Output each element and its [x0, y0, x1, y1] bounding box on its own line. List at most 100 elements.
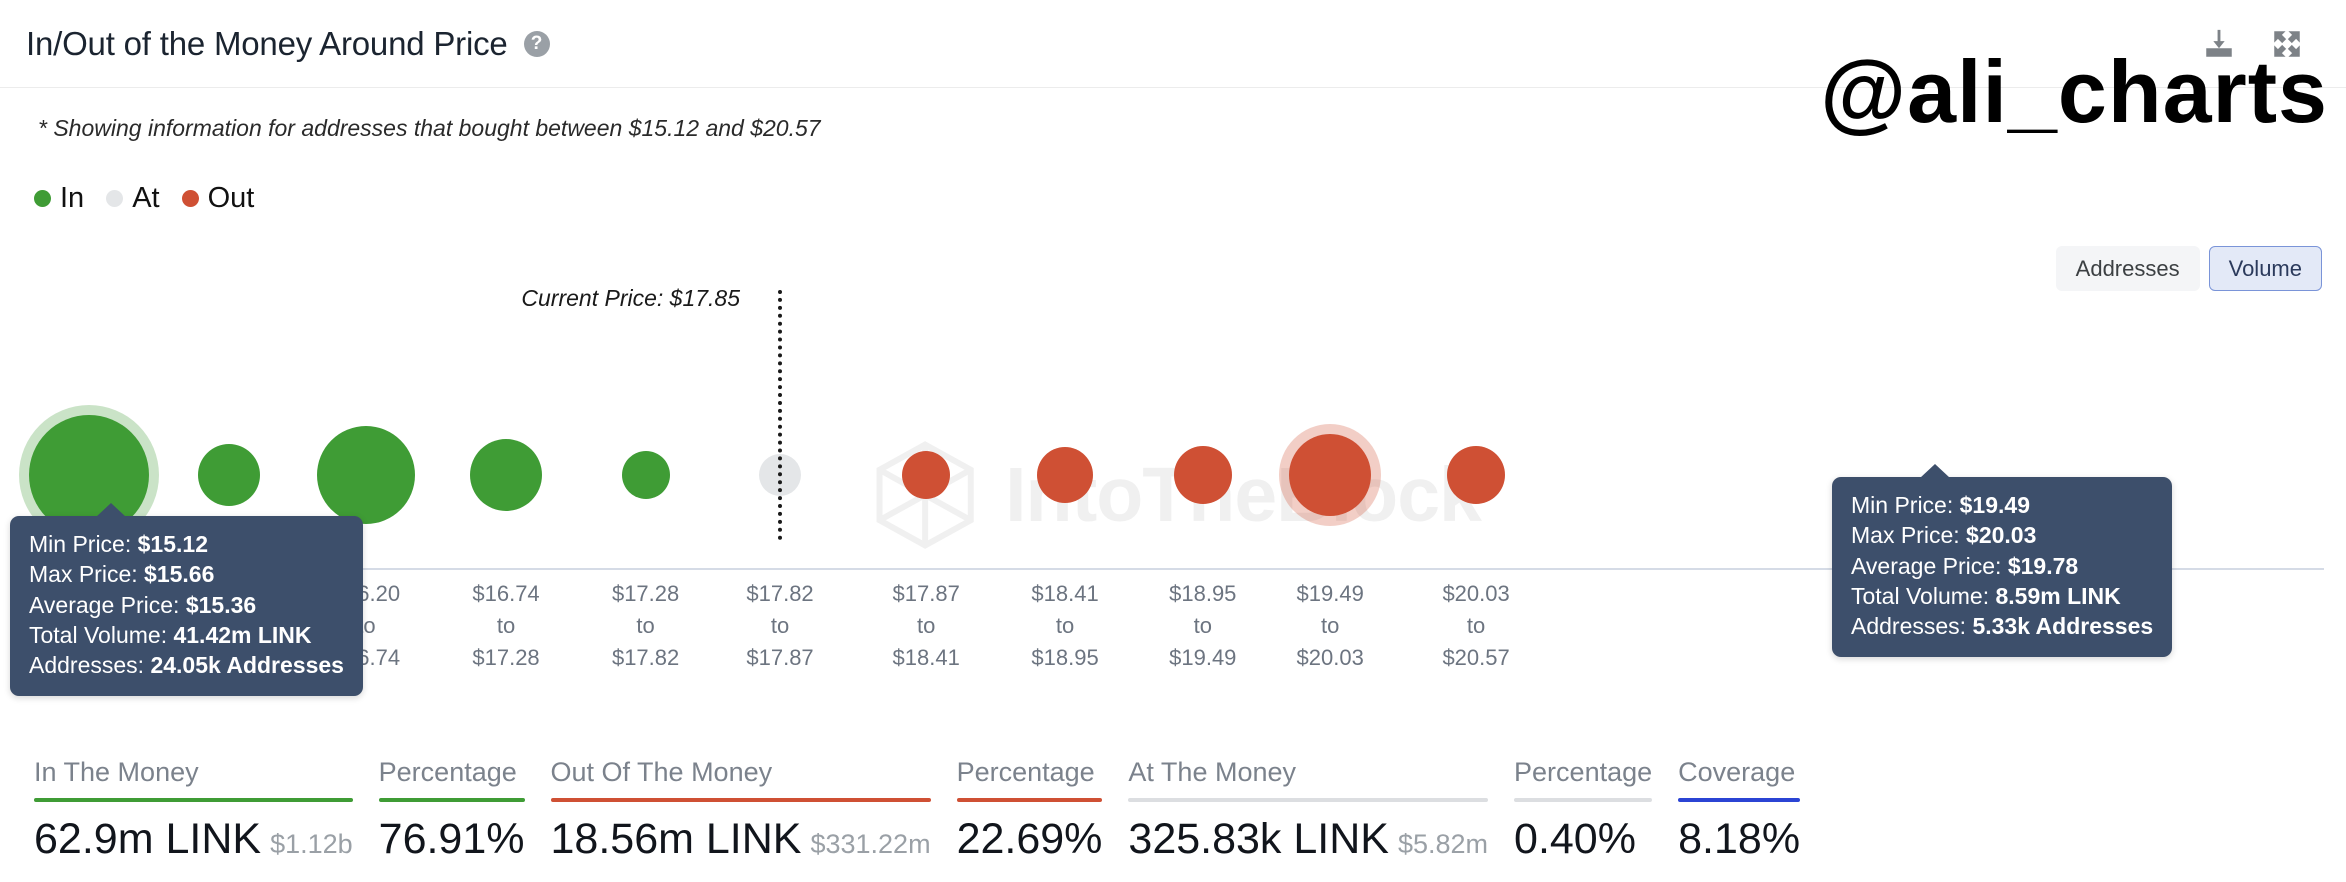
legend-dot-at-icon — [106, 190, 124, 207]
tooltip-row-value: 24.05k Addresses — [150, 652, 344, 679]
bubble-out-10[interactable] — [1447, 446, 1506, 504]
legend-label-at: At — [132, 182, 160, 214]
x-label-max: $18.41 — [892, 644, 960, 670]
tooltip-row-label: Min Price: — [1851, 492, 1960, 518]
x-label-max: $18.95 — [1031, 644, 1099, 670]
summary-stats: In The Money 62.9m LINK $1.12b Percentage 76… — [34, 757, 2312, 862]
x-label-to: to — [1055, 612, 1075, 638]
stat-percentage: Percentage 0.40% — [1514, 757, 1678, 862]
x-axis-label-9: $19.49 to $20.03 — [1297, 578, 1364, 674]
stat-label: Out Of The Money — [550, 756, 773, 787]
stat-rule — [1128, 797, 1489, 802]
x-label-to: to — [636, 612, 655, 638]
x-label-to: to — [1320, 612, 1340, 638]
bubble-in-1[interactable] — [197, 444, 260, 506]
x-label-max: $20.03 — [1296, 644, 1364, 670]
stat-value: 0.40% — [1514, 814, 1636, 863]
tooltip-row-value: $15.36 — [185, 591, 257, 618]
stat-out-of-the-money: Out Of The Money 18.56m LINK $331.22m — [550, 756, 957, 863]
stat-label: Percentage — [1514, 756, 1653, 787]
legend-item-out[interactable]: Out — [181, 182, 255, 215]
toggle-volume-button[interactable]: Volume — [2208, 246, 2322, 292]
metric-toggle-group: Addresses Volume — [2055, 246, 2322, 292]
x-label-to: to — [917, 612, 936, 638]
x-axis-label-4: $17.28 to $17.82 — [612, 578, 679, 674]
x-label-max: $17.82 — [611, 644, 680, 670]
x-label-min: $18.95 — [1169, 581, 1237, 606]
tooltip-row-value: 8.59m LINK — [1995, 583, 2121, 610]
tooltip-row-label: Average Price: — [29, 591, 186, 618]
bubble-out-6[interactable] — [902, 451, 951, 499]
in-out-money-widget: In/Out of the Money Around Price ? * Sho… — [0, 0, 2346, 882]
tooltip-row: Max Price: $15.66 — [29, 559, 344, 589]
x-label-min: $18.41 — [1031, 581, 1099, 606]
tooltip-row: Total Volume: 41.42m LINK — [29, 620, 344, 650]
tooltip-row-value: $19.49 — [1959, 492, 2030, 518]
stat-label: At The Money — [1128, 756, 1296, 787]
stat-rule — [1678, 797, 1801, 802]
author-handle-watermark: @ali_charts — [1820, 42, 2328, 141]
x-axis-label-5: $17.82 to $17.87 — [746, 578, 813, 674]
tooltip-row-label: Average Price: — [1851, 552, 2008, 579]
x-axis-label-6: $17.87 to $18.41 — [893, 578, 960, 674]
legend-item-at[interactable]: At — [106, 182, 160, 215]
legend-label-in: In — [60, 182, 85, 214]
tooltip-row: Average Price: $19.78 — [1851, 551, 2153, 581]
tooltip-row: Max Price: $20.03 — [1851, 520, 2153, 550]
tooltip-row-value: 41.42m LINK — [173, 622, 312, 649]
stat-label: In The Money — [34, 756, 199, 787]
stat-label: Percentage — [956, 756, 1095, 787]
bubble-out-8[interactable] — [1173, 446, 1232, 504]
stat-percentage: Percentage 22.69% — [956, 756, 1129, 862]
stat-percentage: Percentage 76.91% — [378, 756, 551, 862]
stat-rule — [34, 797, 353, 802]
toggle-addresses-button[interactable]: Addresses — [2055, 246, 2200, 292]
stat-value: 18.56m LINK $331.22m — [550, 814, 931, 863]
stat-in-the-money: In The Money 62.9m LINK $1.12b — [34, 757, 379, 862]
bubble-out-9[interactable] — [1289, 434, 1372, 516]
x-axis-label-8: $18.95 to $19.49 — [1169, 578, 1236, 674]
tooltip-left: Min Price: $15.12 Max Price: $15.66 Averag… — [10, 503, 363, 696]
tooltip-row: Total Volume: 8.59m LINK — [1851, 581, 2153, 611]
x-label-min: $19.49 — [1296, 581, 1364, 606]
bubble-in-4[interactable] — [621, 451, 670, 499]
bubble-in-3[interactable] — [470, 439, 543, 511]
x-label-min: $16.74 — [472, 581, 540, 606]
chart-legend: In At Out — [34, 182, 254, 215]
x-axis-label-3: $16.74 to $17.28 — [472, 578, 539, 674]
x-label-min: $20.03 — [1442, 581, 1510, 606]
tooltip-row-label: Addresses: — [1851, 613, 1973, 640]
stat-label: Percentage — [378, 756, 517, 787]
bubble-in-2[interactable] — [317, 426, 416, 524]
stat-value: 325.83k LINK $5.82m — [1128, 814, 1489, 863]
x-label-max: $19.49 — [1169, 644, 1237, 670]
tooltip-row-label: Min Price: — [29, 531, 138, 557]
stat-rule — [1514, 797, 1653, 802]
legend-label-out: Out — [207, 182, 255, 214]
chart-subtitle: * Showing information for addresses that… — [38, 115, 821, 141]
x-label-to: to — [1193, 612, 1212, 638]
stat-at-the-money: At The Money 325.83k LINK $5.82m — [1128, 757, 1514, 862]
stat-coverage: Coverage 8.18% — [1678, 757, 1826, 862]
x-label-max: $17.87 — [746, 644, 814, 670]
tooltip-row-label: Max Price: — [29, 561, 145, 588]
x-label-max: $17.28 — [472, 644, 540, 670]
x-axis-label-7: $18.41 to $18.95 — [1031, 578, 1098, 674]
legend-item-in[interactable]: In — [34, 182, 84, 215]
stat-rule — [956, 797, 1103, 802]
tooltip-row-value: $15.12 — [137, 531, 208, 557]
tooltip-row-label: Addresses: — [29, 652, 151, 679]
stat-subvalue: $1.12b — [270, 828, 353, 859]
tooltip-row: Min Price: $19.49 — [1851, 490, 2153, 520]
legend-dot-out-icon — [181, 190, 199, 207]
x-label-max: $20.57 — [1442, 644, 1510, 670]
x-label-to: to — [1466, 612, 1486, 638]
stat-subvalue: $331.22m — [810, 828, 931, 859]
tooltip-row-value: 5.33k Addresses — [1972, 613, 2154, 640]
stat-rule — [378, 797, 525, 802]
stat-rule — [550, 797, 931, 802]
bubble-out-7[interactable] — [1037, 447, 1094, 503]
question-mark-icon[interactable]: ? — [523, 30, 550, 57]
tooltip-row-label: Total Volume: — [1851, 583, 1996, 610]
current-price-line — [778, 290, 783, 540]
